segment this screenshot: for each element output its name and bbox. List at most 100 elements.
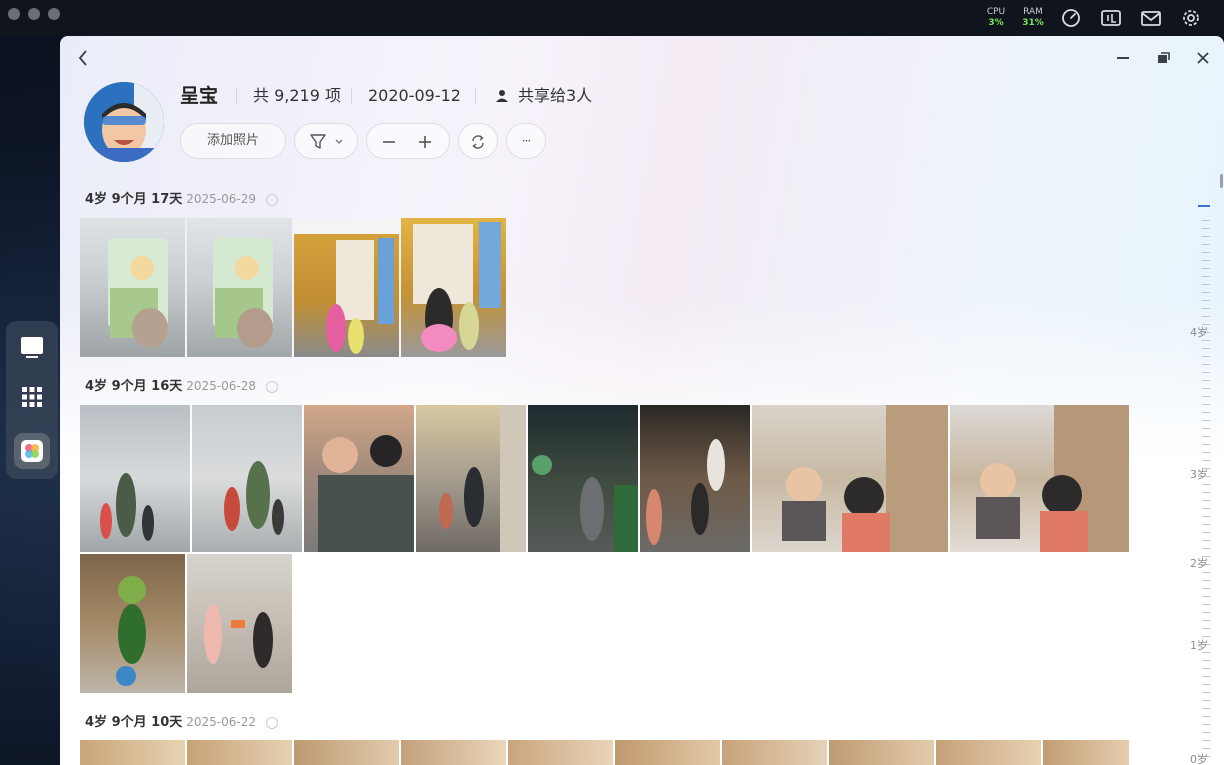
timeline-tick	[1202, 596, 1210, 597]
photo-thumbnail[interactable]	[401, 740, 506, 765]
timeline-tick	[1202, 260, 1210, 261]
group-date: 2025-06-22	[186, 715, 256, 729]
restore-icon[interactable]	[1152, 47, 1174, 69]
photo-thumbnail[interactable]	[722, 740, 827, 765]
filter-icon	[310, 134, 343, 149]
timeline-tick	[1202, 396, 1210, 397]
photo-thumbnail[interactable]	[615, 740, 720, 765]
photo-thumbnail[interactable]	[304, 405, 414, 552]
photo-thumbnail[interactable]	[401, 218, 506, 357]
timeline-tick	[1202, 700, 1210, 701]
timeline-tick	[1202, 516, 1210, 517]
photo-thumbnail[interactable]	[294, 740, 399, 765]
timeline-tick	[1202, 252, 1210, 253]
timeline-tick	[1202, 492, 1210, 493]
photo-thumbnail[interactable]	[294, 218, 399, 357]
timeline-tick	[1202, 444, 1210, 445]
select-group-checkbox[interactable]	[266, 194, 278, 206]
window-minimize-dot[interactable]	[28, 8, 40, 20]
timeline-tick	[1202, 308, 1210, 309]
zoom-out-icon[interactable]	[381, 134, 397, 150]
timeline-tick	[1202, 380, 1210, 381]
more-button[interactable]: ···	[506, 123, 546, 159]
photo-thumbnail[interactable]	[936, 740, 1041, 765]
apps-grid-icon[interactable]	[14, 379, 50, 415]
select-group-checkbox[interactable]	[266, 717, 278, 729]
timeline-tick	[1202, 292, 1210, 293]
timeline-tick	[1202, 692, 1210, 693]
filter-button[interactable]	[294, 123, 358, 159]
avatar[interactable]	[84, 82, 164, 162]
timeline-tick	[1202, 372, 1210, 373]
photo-thumbnail[interactable]	[829, 740, 934, 765]
photo-thumbnail[interactable]	[187, 740, 292, 765]
timeline-tick	[1202, 716, 1210, 717]
gauge-icon[interactable]	[1060, 8, 1082, 28]
refresh-icon	[472, 135, 484, 149]
timeline-tick	[1202, 364, 1210, 365]
back-icon[interactable]	[72, 47, 94, 69]
group-age: 4岁 9个月 16天	[85, 379, 183, 394]
group-date: 2025-06-28	[186, 379, 256, 393]
photo-thumbnail[interactable]	[80, 554, 185, 693]
timeline-tick	[1202, 412, 1210, 413]
photo-thumbnail[interactable]	[1043, 740, 1129, 765]
timeline-tick	[1202, 316, 1210, 317]
photo-thumbnail[interactable]	[80, 405, 190, 552]
photo-thumbnail[interactable]	[80, 740, 185, 765]
ram-label: RAM	[1023, 7, 1043, 17]
timeline-label: 3岁	[1190, 468, 1208, 481]
photo-thumbnail[interactable]	[528, 405, 638, 552]
timeline-tick	[1202, 724, 1210, 725]
zoom-in-icon[interactable]	[417, 134, 433, 150]
timeline-tick	[1202, 420, 1210, 421]
timeline-tick	[1202, 244, 1210, 245]
timeline-tick	[1202, 548, 1210, 549]
timeline-current-marker	[1198, 205, 1210, 207]
photo-thumbnail[interactable]	[187, 218, 292, 357]
timeline-tick	[1202, 588, 1210, 589]
gear-icon[interactable]	[1180, 8, 1202, 28]
timeline-scrubber[interactable]: 4岁 3岁 2岁 1岁 0岁	[1160, 196, 1224, 765]
window-zoom-dot[interactable]	[48, 8, 60, 20]
photo-thumbnail[interactable]	[508, 740, 613, 765]
photo-thumbnail[interactable]	[187, 554, 292, 693]
timeline-tick	[1202, 740, 1210, 741]
monitor-icon[interactable]	[1100, 8, 1122, 28]
desktop-icon[interactable]	[14, 329, 50, 365]
close-icon[interactable]	[1192, 47, 1214, 69]
group-age: 4岁 9个月 17天	[85, 192, 183, 207]
photo-thumbnail[interactable]	[950, 405, 1129, 552]
timeline-tick	[1202, 300, 1210, 301]
system-bar: CPU 3% RAM 31%	[0, 0, 1224, 36]
select-group-checkbox[interactable]	[266, 381, 278, 393]
cpu-value: 3%	[988, 18, 1004, 28]
timeline-tick	[1202, 524, 1210, 525]
refresh-button[interactable]	[458, 123, 498, 159]
add-photos-label: 添加照片	[206, 133, 259, 148]
timeline-tick	[1202, 452, 1210, 453]
timeline-tick	[1202, 500, 1210, 501]
date-group-heading: 4岁 9个月 10天 2025-06-22	[85, 714, 256, 731]
ram-indicator: RAM 31%	[1020, 7, 1046, 29]
shared-with[interactable]: 共享给3人	[518, 86, 592, 106]
item-count: 共 9,219 项	[253, 86, 341, 105]
photo-thumbnail[interactable]	[192, 405, 302, 552]
timeline-tick	[1202, 484, 1210, 485]
photo-thumbnail[interactable]	[80, 218, 185, 357]
photo-thumbnail[interactable]	[640, 405, 750, 552]
timeline-tick	[1202, 668, 1210, 669]
timeline-tick	[1202, 604, 1210, 605]
minimize-icon[interactable]	[1112, 47, 1134, 69]
photo-thumbnail[interactable]	[416, 405, 526, 552]
photo-thumbnail[interactable]	[752, 405, 948, 552]
mail-icon[interactable]	[1140, 8, 1162, 28]
zoom-control	[366, 123, 450, 159]
add-photos-button[interactable]: 添加照片	[180, 123, 286, 159]
dock	[6, 321, 58, 479]
window-close-dot[interactable]	[8, 8, 20, 20]
timeline-tick	[1202, 660, 1210, 661]
photos-app-icon[interactable]	[14, 433, 50, 469]
cpu-label: CPU	[986, 7, 1006, 17]
scrollbar-thumb[interactable]	[1220, 174, 1223, 188]
